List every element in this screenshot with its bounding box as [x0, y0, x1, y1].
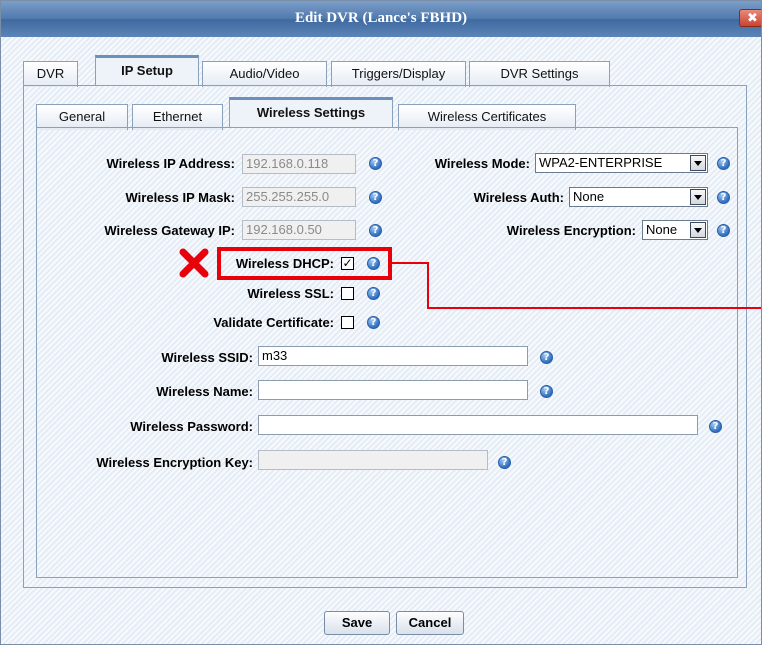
enc-key-help-icon[interactable]: ? — [498, 456, 511, 469]
tab-dvr[interactable]: DVR — [23, 61, 78, 87]
encryption-label: Wireless Encryption: — [506, 223, 636, 238]
auth-label: Wireless Auth: — [473, 190, 564, 205]
encryption-select[interactable]: None — [642, 220, 708, 240]
name-help-icon[interactable]: ? — [540, 385, 553, 398]
ip-address-label: Wireless IP Address: — [106, 156, 236, 171]
auth-help-icon[interactable]: ? — [717, 191, 730, 204]
ip-mask-label: Wireless IP Mask: — [125, 190, 235, 205]
ip-mask-field[interactable]: 255.255.255.0 — [242, 187, 356, 207]
tab-ip-setup[interactable]: IP Setup — [95, 55, 199, 85]
mode-label: Wireless Mode: — [434, 156, 530, 171]
mode-value: WPA2-ENTERPRISE — [539, 155, 663, 170]
ip-address-field[interactable]: 192.168.0.118 — [242, 154, 356, 174]
chevron-down-icon[interactable] — [690, 222, 706, 238]
close-button[interactable]: ✖ — [739, 9, 761, 27]
subtab-wireless-settings[interactable]: Wireless Settings — [229, 97, 393, 127]
enc-key-field[interactable] — [258, 450, 488, 470]
edit-dvr-dialog: Edit DVR (Lance's FBHD) ✖ DVR IP Setup A… — [0, 0, 762, 645]
mode-help-icon[interactable]: ? — [717, 157, 730, 170]
encryption-help-icon[interactable]: ? — [717, 224, 730, 237]
enc-key-label: Wireless Encryption Key: — [96, 455, 253, 470]
name-label: Wireless Name: — [156, 384, 253, 399]
dhcp-highlight-box — [217, 247, 392, 280]
auth-value: None — [573, 189, 605, 204]
auth-select[interactable]: None — [569, 187, 708, 207]
password-field[interactable] — [258, 415, 698, 435]
callout-line — [392, 262, 761, 309]
close-icon — [179, 248, 209, 278]
gateway-field[interactable]: 192.168.0.50 — [242, 220, 356, 240]
password-help-icon[interactable]: ? — [709, 420, 722, 433]
ssl-checkbox[interactable] — [341, 287, 354, 300]
ip-mask-help-icon[interactable]: ? — [369, 191, 382, 204]
mode-select[interactable]: WPA2-ENTERPRISE — [535, 153, 708, 173]
ssl-help-icon[interactable]: ? — [367, 287, 380, 300]
validate-label: Validate Certificate: — [213, 315, 334, 330]
ssid-help-icon[interactable]: ? — [540, 351, 553, 364]
validate-help-icon[interactable]: ? — [367, 316, 380, 329]
ssid-label: Wireless SSID: — [161, 350, 253, 365]
tab-dvr-settings[interactable]: DVR Settings — [469, 61, 610, 87]
validate-checkbox[interactable] — [341, 316, 354, 329]
ip-address-help-icon[interactable]: ? — [369, 157, 382, 170]
ssid-field[interactable]: m33 — [258, 346, 528, 366]
tab-triggers-display[interactable]: Triggers/Display — [331, 61, 466, 87]
gateway-help-icon[interactable]: ? — [369, 224, 382, 237]
title-bar[interactable]: Edit DVR (Lance's FBHD) ✖ — [1, 1, 761, 37]
ssl-label: Wireless SSL: — [247, 286, 334, 301]
password-label: Wireless Password: — [130, 419, 253, 434]
tab-audio-video[interactable]: Audio/Video — [202, 61, 327, 87]
chevron-down-icon[interactable] — [690, 155, 706, 171]
chevron-down-icon[interactable] — [690, 189, 706, 205]
dialog-title: Edit DVR (Lance's FBHD) — [294, 10, 468, 26]
encryption-value: None — [646, 222, 678, 237]
cancel-button[interactable]: Cancel — [396, 611, 464, 635]
save-button[interactable]: Save — [324, 611, 390, 635]
gateway-label: Wireless Gateway IP: — [104, 223, 235, 238]
name-field[interactable] — [258, 380, 528, 400]
